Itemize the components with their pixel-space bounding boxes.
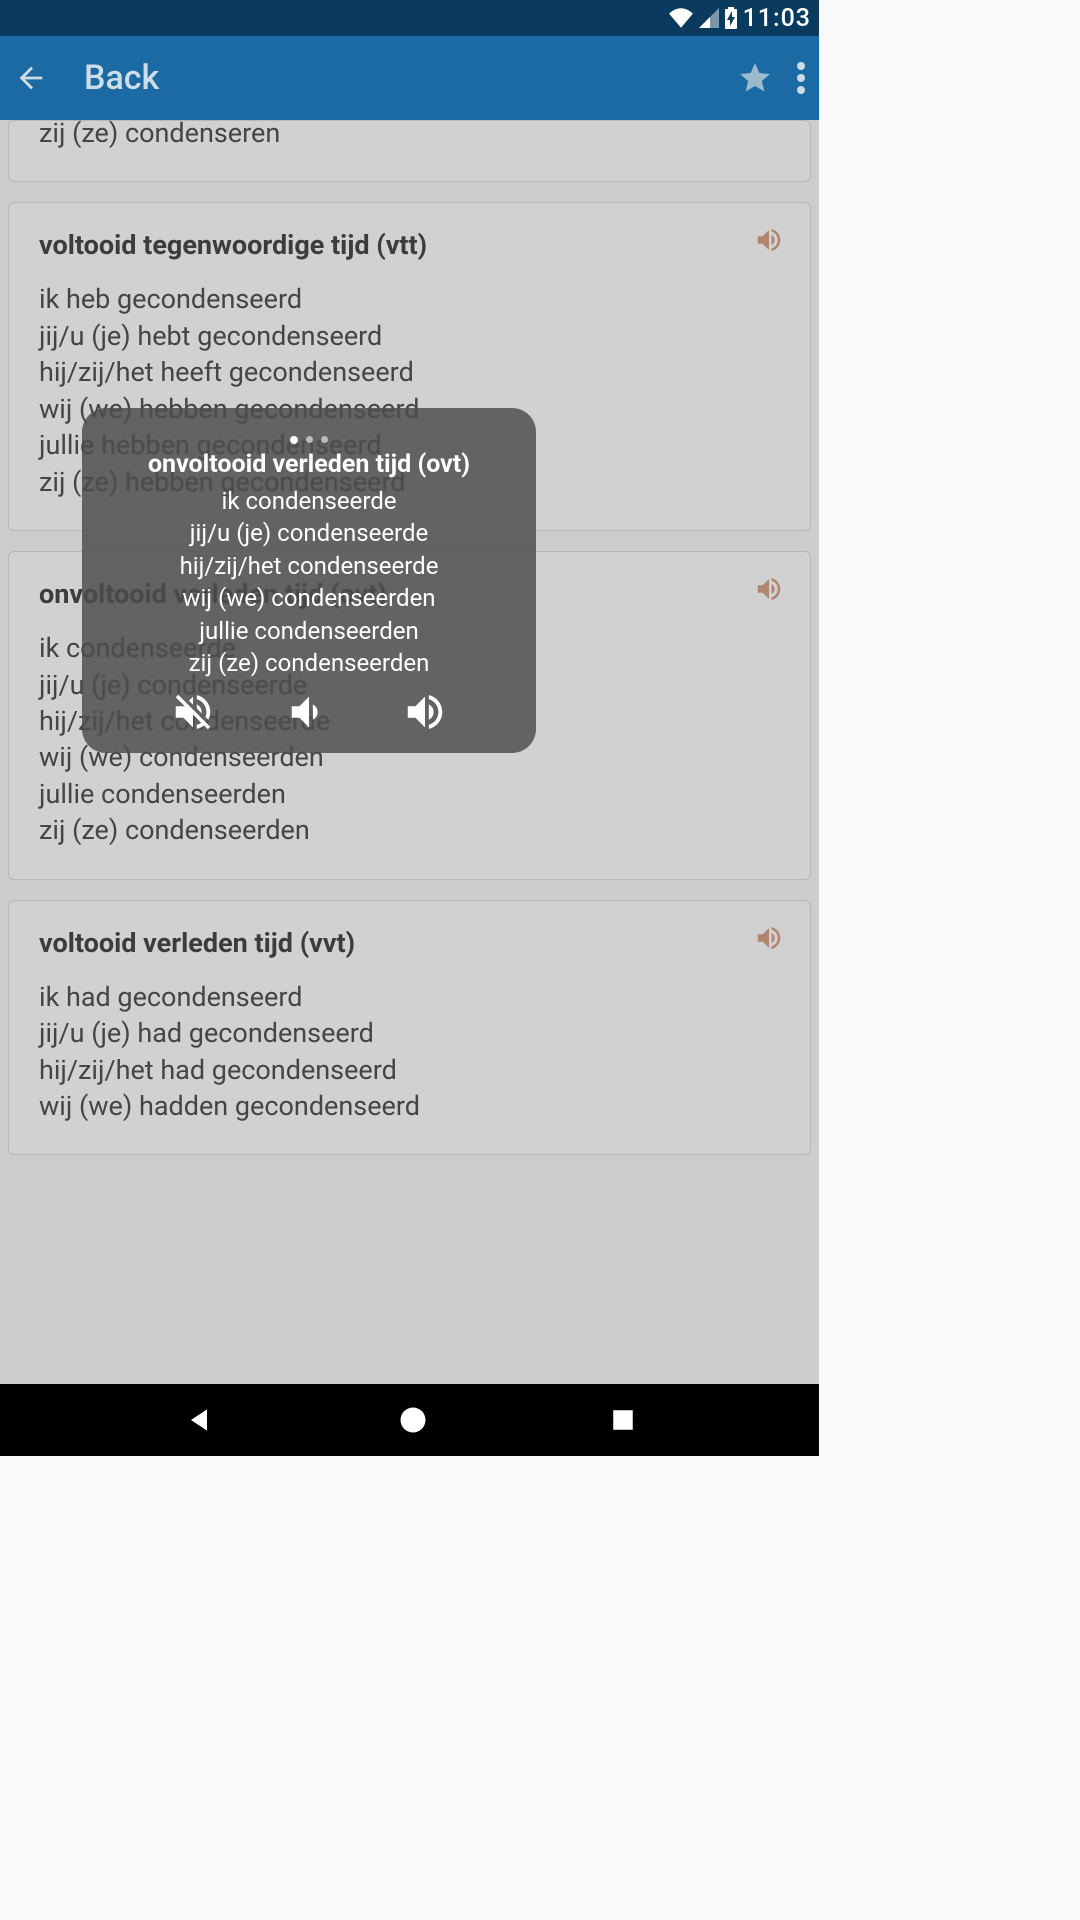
dot-active xyxy=(290,436,298,444)
page-indicator xyxy=(100,436,518,444)
status-bar: 11:03 xyxy=(0,0,819,36)
popup-line: hij/zij/het condenseerde xyxy=(100,550,518,582)
popup-title: onvoltooid verleden tijd (ovt) xyxy=(100,450,518,479)
nav-home-icon[interactable] xyxy=(398,1405,428,1435)
audio-controls xyxy=(100,689,518,735)
popup-line: wij (we) condenseerden xyxy=(100,582,518,614)
dot xyxy=(306,436,313,443)
back-arrow-icon[interactable] xyxy=(14,61,48,95)
audio-popup: onvoltooid verleden tijd (ovt) ik conden… xyxy=(82,408,536,753)
popup-line: ik condenseerde xyxy=(100,485,518,517)
appbar-actions xyxy=(737,60,805,96)
clock-text: 11:03 xyxy=(743,4,811,33)
volume-low-icon[interactable] xyxy=(286,689,332,735)
cellular-icon xyxy=(699,8,719,28)
volume-high-icon[interactable] xyxy=(402,689,448,735)
popup-line: jij/u (je) condenseerde xyxy=(100,517,518,549)
more-options-icon[interactable] xyxy=(797,61,805,95)
nav-recent-icon[interactable] xyxy=(610,1407,636,1433)
wifi-icon xyxy=(668,8,694,28)
mute-icon[interactable] xyxy=(170,689,216,735)
favorite-icon[interactable] xyxy=(737,60,773,96)
popup-line: jullie condenseerden xyxy=(100,615,518,647)
app-bar: Back xyxy=(0,36,819,120)
nav-back-icon[interactable] xyxy=(183,1404,215,1436)
navigation-bar xyxy=(0,1384,819,1456)
dot xyxy=(321,436,328,443)
battery-charging-icon xyxy=(724,7,738,29)
popup-line: zij (ze) condenseerden xyxy=(100,647,518,679)
page-title: Back xyxy=(84,58,737,98)
